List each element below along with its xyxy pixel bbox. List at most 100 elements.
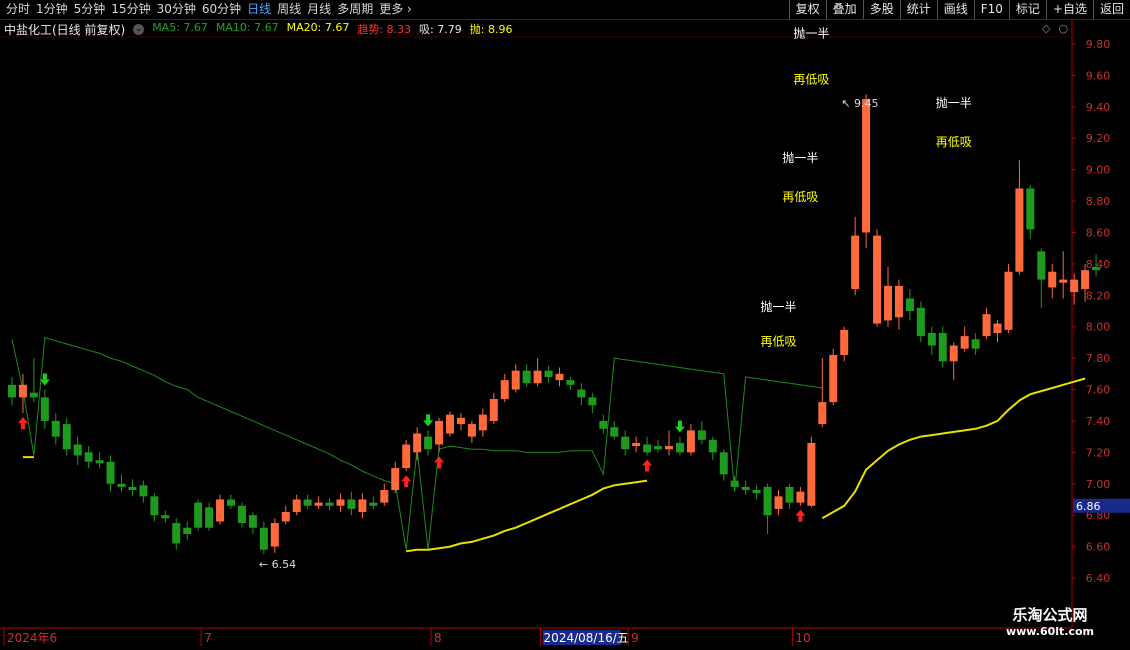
candle-down [1092,267,1101,271]
circle-icon[interactable]: ○ [1058,22,1068,35]
candle-up [1070,279,1079,293]
menu-button[interactable]: F10 [973,0,1009,19]
period-tab[interactable]: 30分钟 [155,2,200,17]
candle-up [840,329,849,355]
candle-up [446,414,454,434]
y-tick-label: 7.20 [1086,446,1111,459]
candle-down [303,499,312,506]
period-tab[interactable]: 5分钟 [72,2,110,17]
signal-label: 再低吸 [936,135,972,149]
candle-up [982,314,991,337]
menu-button[interactable]: 统计 [899,0,937,19]
candle-down [40,397,49,421]
candle-down [205,507,214,528]
candle-down [643,444,652,453]
y-tick-label: 9.20 [1086,132,1111,145]
candlestick-chart[interactable]: 6.406.606.807.007.207.407.607.808.008.20… [0,0,1130,650]
x-tick-label: 10 [795,631,810,645]
period-tab[interactable]: 日线 [245,2,275,17]
candle-down [259,527,268,550]
watermark-title: 乐淘公式网 [1012,606,1088,624]
candle-up [884,285,892,321]
candle-down [938,332,947,362]
indicator-bar: 中盐化工(日线 前复权) ⌄ MA5: 7.67 MA10: 7.67 MA20: … [4,21,512,37]
menu-button[interactable]: +自选 [1045,0,1093,19]
candle-up [391,468,400,491]
candle-down [161,515,170,519]
candle-down [916,307,925,337]
menu-button[interactable]: 返回 [1092,0,1130,19]
period-tab[interactable]: 更多 › [377,2,416,17]
y-tick-label: 8.60 [1086,226,1111,239]
period-tab[interactable]: 60分钟 [200,2,245,17]
period-tabs: 分时 1分钟 5分钟 15分钟 30分钟 60分钟 日线 周线 月线 多周期 更多 › [4,2,416,17]
candle-down [194,502,203,528]
period-tab[interactable]: 多周期 [335,2,377,17]
period-tab[interactable]: 周线 [275,2,305,17]
candle-down [139,485,148,497]
candle-down [566,380,575,385]
period-tab[interactable]: 1分钟 [34,2,72,17]
candle-down [95,460,104,464]
period-tab[interactable]: 15分钟 [109,2,154,17]
menu-button[interactable]: 多股 [862,0,900,19]
candle-up [456,417,465,425]
y-tick-label: 7.80 [1086,352,1111,365]
candle-down [697,430,706,440]
candle-down [325,502,334,506]
chevron-down-icon[interactable]: ⌄ [133,23,145,35]
y-tick-label: 6.60 [1086,541,1111,554]
y-tick-label: 8.00 [1086,321,1111,334]
candle-up [511,370,520,390]
candle-down [741,486,750,491]
signal-label: 抛一半 [793,26,829,41]
menu-button[interactable]: 复权 [788,0,826,19]
candle-up [829,354,838,403]
candle-up [358,499,367,513]
signal-label: 抛一半 [936,95,972,110]
candle-down [763,486,772,516]
candle-up [862,98,871,233]
candle-down [84,452,93,462]
candle-down [73,444,82,456]
candle-down [675,442,684,453]
period-tab[interactable]: 分时 [4,2,34,17]
candle-up [533,370,542,384]
candle-up [380,490,389,503]
candle-down [971,339,980,349]
menu-button[interactable]: 画线 [936,0,974,19]
y-tick-label: 7.00 [1086,478,1111,491]
x-tick-label: 8 [434,631,442,645]
candle-up [467,424,476,437]
candle-up [949,345,958,362]
indicator-value: MA5: 7.67 [152,21,208,34]
candle-down [730,480,739,487]
period-tab[interactable]: 月线 [305,2,335,17]
candle-up [336,499,345,506]
indicator-value: MA20: 7.67 [286,21,350,34]
candle-down [248,515,257,528]
candle-up [292,499,301,513]
y-tick-label: 7.40 [1086,415,1111,428]
candle-down [610,427,619,437]
signal-label: 再低吸 [782,190,818,204]
x-tick-label: 2024年6 [7,631,57,645]
diamond-icon[interactable]: ◇ [1042,22,1050,35]
sell-arrow-icon [674,420,685,433]
candle-up [960,336,969,349]
indicator-value: MA10: 7.67 [215,21,279,34]
candle-up [478,414,487,431]
candle-up [818,402,827,425]
menu-button[interactable]: 叠加 [825,0,863,19]
right-menu: 复权 叠加 多股 统计 画线 F10 标记 +自选 返回 [788,0,1130,19]
candle-up [796,491,805,503]
candle-up [281,512,290,522]
indicator-value: 吸: 7.79 [419,23,462,36]
candle-up [435,420,444,445]
indicator-value: 趋势: 8.33 [357,23,412,36]
candle-up [555,373,564,381]
candle-up [413,433,422,453]
y-tick-label: 9.80 [1086,38,1111,51]
menu-button[interactable]: 标记 [1008,0,1046,19]
candle-down [183,527,192,535]
